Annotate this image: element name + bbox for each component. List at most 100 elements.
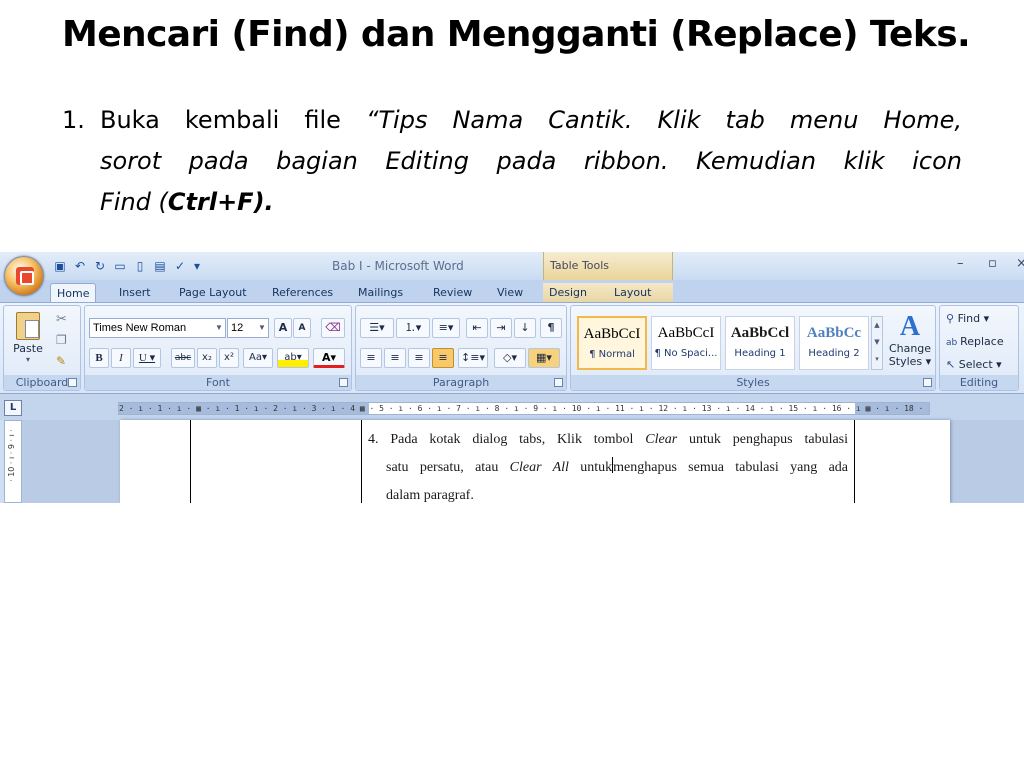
- quick-access-toolbar: ▣ ↶ ↻ ▭ ▯ ▤ ✓ ▾: [52, 256, 202, 276]
- doc-line-2: satu persatu, atau Clear All untukmengha…: [368, 454, 848, 482]
- italic-icon[interactable]: I: [111, 348, 131, 368]
- document-page[interactable]: 4. Pada kotak dialog tabs, Klik tombol C…: [120, 420, 950, 503]
- style-heading-1[interactable]: AaBbCcl Heading 1: [725, 316, 795, 370]
- align-right-icon[interactable]: ≡: [408, 348, 430, 368]
- tab-layout[interactable]: Layout: [608, 283, 673, 302]
- window-title: Bab I - Microsoft Word: [332, 259, 464, 273]
- paste-button[interactable]: Paste ▾: [10, 310, 46, 372]
- vertical-ruler[interactable]: · 10 · ı · 9 · ı ·: [4, 420, 22, 503]
- copy-icon[interactable]: ❐: [56, 333, 67, 347]
- ribbon: Paste ▾ ✂ ❐ ✎ Clipboard Times New Roman ▼…: [0, 302, 1024, 394]
- align-left-icon[interactable]: ≡: [360, 348, 382, 368]
- superscript-icon[interactable]: x²: [219, 348, 239, 368]
- numbering-icon[interactable]: ⒈▾: [396, 318, 430, 338]
- strikethrough-icon[interactable]: abc: [171, 348, 195, 368]
- doc-line-1: 4. Pada kotak dialog tabs, Klik tombol C…: [368, 432, 849, 447]
- underline-icon[interactable]: U ▾: [133, 348, 161, 368]
- chevron-down-icon: ▼: [258, 323, 266, 332]
- shading-icon[interactable]: ◇▾: [494, 348, 526, 368]
- sort-icon[interactable]: ↓: [514, 318, 536, 338]
- replace-icon: ab: [946, 338, 961, 348]
- subscript-icon[interactable]: x₂: [197, 348, 217, 368]
- editing-group: ⚲ Find ▾ ab Replace ↖ Select ▾ Editing: [939, 305, 1019, 391]
- close-icon[interactable]: ×: [1016, 256, 1024, 271]
- print-preview-icon[interactable]: ▤: [152, 258, 168, 274]
- step-lead-text: Buka kembali file: [100, 106, 366, 134]
- tab-review[interactable]: Review: [427, 283, 478, 302]
- change-case-icon[interactable]: Aa▾: [243, 348, 273, 368]
- open-icon[interactable]: ▭: [112, 258, 128, 274]
- restore-icon[interactable]: ▫: [988, 256, 997, 271]
- line-spacing-icon[interactable]: ↕≡▾: [458, 348, 488, 368]
- save-icon[interactable]: ▣: [52, 258, 68, 274]
- align-center-icon[interactable]: ≡: [384, 348, 406, 368]
- font-name-select[interactable]: Times New Roman ▼: [89, 318, 226, 338]
- paragraph-group: ☰▾ ⒈▾ ≡▾ ⇤ ⇥ ↓ ¶ ≡ ≡ ≡ ≡ ↕≡▾ ◇▾ ▦▾ Parag…: [355, 305, 567, 391]
- office-button[interactable]: [4, 256, 44, 296]
- spelling-icon[interactable]: ✓: [172, 258, 188, 274]
- font-group-label: Font: [85, 375, 351, 390]
- clipboard-launcher-icon[interactable]: [68, 378, 77, 387]
- new-document-icon[interactable]: ▯: [132, 258, 148, 274]
- decrease-indent-icon[interactable]: ⇤: [466, 318, 488, 338]
- minimize-icon[interactable]: –: [957, 256, 964, 271]
- clear-formatting-icon[interactable]: ⌫: [321, 318, 345, 338]
- customize-toolbar-icon[interactable]: ▾: [192, 258, 202, 274]
- grow-font-icon[interactable]: A: [274, 318, 292, 338]
- redo-icon[interactable]: ↻: [92, 258, 108, 274]
- highlight-icon[interactable]: ab▾: [277, 348, 309, 368]
- cursor-icon: ↖: [946, 358, 959, 371]
- doc-line-3: dalam paragraf.: [386, 488, 474, 503]
- title-bar: ▣ ↶ ↻ ▭ ▯ ▤ ✓ ▾ Bab I - Microsoft Word T…: [0, 252, 1024, 280]
- shrink-font-icon[interactable]: A: [293, 318, 311, 338]
- style-normal[interactable]: AaBbCcI ¶ Normal: [577, 316, 647, 370]
- document-text: 4. Pada kotak dialog tabs, Klik tombol C…: [368, 426, 848, 503]
- replace-button[interactable]: ab Replace: [946, 335, 1004, 353]
- borders-icon[interactable]: ▦▾: [528, 348, 560, 368]
- style-no-spacing[interactable]: AaBbCcI ¶ No Spaci...: [651, 316, 721, 370]
- slide-step-paragraph: 1. Buka kembali file “Tips Nama Cantik. …: [62, 100, 962, 223]
- tab-selector-icon[interactable]: L: [4, 400, 22, 416]
- horizontal-ruler[interactable]: 2 · ı · 1 · ı · ▦ · ı · 1 · ı · 2 · ı · …: [118, 402, 930, 415]
- tab-view[interactable]: View: [491, 283, 529, 302]
- justify-icon[interactable]: ≡: [432, 348, 454, 368]
- tab-mailings[interactable]: Mailings: [352, 283, 409, 302]
- change-styles-icon: A: [899, 311, 921, 342]
- font-color-icon[interactable]: A▾: [313, 348, 345, 368]
- font-launcher-icon[interactable]: [339, 378, 348, 387]
- table-border: [854, 420, 855, 503]
- office-logo-icon: [16, 267, 34, 285]
- select-button[interactable]: ↖ Select ▾: [946, 358, 1002, 376]
- font-size-select[interactable]: 12 ▼: [227, 318, 269, 338]
- tab-insert[interactable]: Insert: [113, 283, 157, 302]
- change-styles-button[interactable]: A Change Styles ▾: [887, 312, 933, 376]
- document-area: 4. Pada kotak dialog tabs, Klik tombol C…: [22, 420, 1024, 503]
- show-formatting-icon[interactable]: ¶: [540, 318, 562, 338]
- undo-icon[interactable]: ↶: [72, 258, 88, 274]
- tab-references[interactable]: References: [266, 283, 339, 302]
- styles-launcher-icon[interactable]: [923, 378, 932, 387]
- tab-page-layout[interactable]: Page Layout: [173, 283, 253, 302]
- tab-home[interactable]: Home: [50, 283, 97, 302]
- paragraph-launcher-icon[interactable]: [554, 378, 563, 387]
- tab-design[interactable]: Design: [543, 283, 608, 302]
- increase-indent-icon[interactable]: ⇥: [490, 318, 512, 338]
- bullets-icon[interactable]: ☰▾: [360, 318, 394, 338]
- step-line-3: Find (Ctrl+F).: [100, 182, 962, 223]
- styles-group-label: Styles: [571, 375, 935, 390]
- table-border: [361, 420, 362, 503]
- find-button[interactable]: ⚲ Find ▾: [946, 312, 989, 330]
- slide-title: Mencari (Find) dan Mengganti (Replace) T…: [62, 14, 971, 55]
- cut-icon[interactable]: ✂: [56, 312, 67, 327]
- step-line-1: Buka kembali file “Tips Nama Cantik. Kli…: [62, 100, 962, 141]
- format-painter-icon[interactable]: ✎: [56, 354, 66, 368]
- word-window-screenshot: ▣ ↶ ↻ ▭ ▯ ▤ ✓ ▾ Bab I - Microsoft Word T…: [0, 252, 1024, 503]
- styles-scroll-icon[interactable]: ▲ ▼ ▾: [871, 316, 883, 370]
- styles-group: AaBbCcI ¶ Normal AaBbCcI ¶ No Spaci... AaB…: [570, 305, 936, 391]
- step-italic-line-2: sorot pada bagian Editing pada ribbon. K…: [100, 147, 962, 175]
- step-italic-line-1: “Tips Nama Cantik. Klik tab menu Home,: [365, 106, 963, 134]
- style-heading-2[interactable]: AaBbCc Heading 2: [799, 316, 869, 370]
- bold-icon[interactable]: B: [89, 348, 109, 368]
- multilevel-list-icon[interactable]: ≡▾: [432, 318, 460, 338]
- step-line-2: sorot pada bagian Editing pada ribbon. K…: [100, 141, 962, 182]
